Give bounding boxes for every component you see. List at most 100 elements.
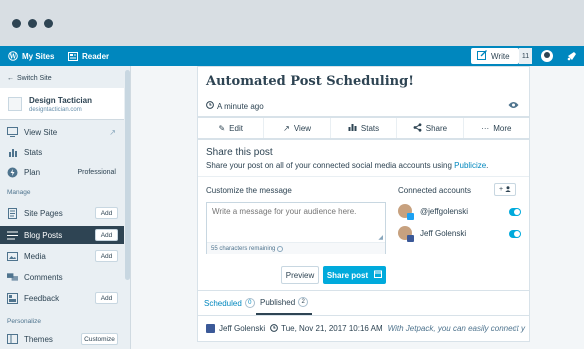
resize-handle-icon[interactable]: ◢ [378,234,383,241]
preview-button[interactable]: Preview [281,266,319,284]
plan-icon [7,167,18,178]
customize-theme-button[interactable]: Customize [81,333,118,345]
sidebar-scrollbar[interactable] [125,70,130,280]
sidebar-item-label: Feedback [24,293,60,303]
add-feedback-button[interactable]: Add [95,292,118,304]
sidebar-item-site-pages[interactable]: Site Pages Add [0,205,124,221]
share-description: Share your post on all of your connected… [206,161,488,170]
share-description-period: . [486,161,489,170]
share-button[interactable]: Share [397,118,464,138]
sidebar-item-themes[interactable]: Themes Customize [0,331,124,347]
external-link-icon[interactable]: ↗ [511,323,519,334]
more-button[interactable]: ··· More [464,118,529,138]
notification-count[interactable]: 11 [519,48,532,64]
visibility-eye-icon[interactable] [508,101,519,111]
tab-published[interactable]: Published 2 [256,291,313,315]
sidebar-item-label: Site Pages [24,208,63,218]
twitter-icon [407,213,414,220]
themes-icon [7,334,18,345]
sidebar-item-label: Stats [24,147,43,157]
sidebar-item-label: Comments [24,272,63,282]
add-account-button[interactable]: + [494,183,516,196]
reader-icon [68,51,78,61]
add-page-button[interactable]: Add [95,207,118,219]
share-icon [413,122,422,134]
account-name: @jeffgolenski [420,207,468,216]
add-account-label: + [498,186,504,193]
external-link-icon: ↗ [109,127,116,137]
personalize-heading: Personalize [7,318,41,325]
stats-button[interactable]: Stats [331,118,398,138]
window-minimize-dot[interactable] [28,19,37,28]
share-panel: Share this post Share your post on all o… [197,139,530,291]
comments-icon [7,272,18,283]
view-button[interactable]: ↗ View [264,118,331,138]
write-label: Write [491,51,510,61]
posts-icon [7,230,18,241]
clock-icon [206,101,214,111]
site-url: designtactician.com [29,107,82,113]
sidebar-item-blog-posts[interactable]: Blog Posts Add [0,226,124,244]
add-post-button[interactable]: Add [95,229,118,241]
reader-label: Reader [82,51,110,61]
feedback-icon [7,292,18,304]
sidebar-item-feedback[interactable]: Feedback Add [0,290,124,306]
write-button[interactable]: Write [471,48,519,64]
info-icon[interactable] [277,245,284,252]
published-item[interactable]: Jeff Golenski Tue, Nov 21, 2017 10:16 AM… [197,316,530,342]
post-actions-bar: ✎ Edit ↗ View Stats Share ··· More [197,117,530,139]
sidebar-item-stats[interactable]: Stats [0,145,124,159]
edit-button[interactable]: ✎ Edit [198,118,265,138]
publicize-link[interactable]: Publicize [454,161,486,170]
svg-text:W: W [9,53,17,60]
reader-button[interactable]: Reader [68,46,109,66]
tab-label: Published [260,297,296,307]
calendar-icon[interactable] [374,270,383,280]
switch-site-label: Switch Site [17,74,52,82]
account-toggle[interactable] [509,208,521,216]
sidebar-item-label: View Site [24,127,58,137]
switch-site-link[interactable]: ← Switch Site [0,72,124,84]
account-row: @jeffgolenski [398,202,523,222]
pencil-icon: ✎ [218,123,226,133]
post-title[interactable]: Automated Post Scheduling! [206,74,414,89]
published-date: Tue, Nov 21, 2017 10:16 AM [281,324,383,333]
sidebar-item-view-site[interactable]: View Site ↗ [0,124,124,140]
tab-scheduled[interactable]: Scheduled 0 [204,291,255,315]
my-sites-button[interactable]: W My Sites [8,46,54,66]
user-icon [505,185,511,194]
image-icon [7,251,18,262]
post-time-label: A minute ago [217,101,264,111]
customize-label: Customize the message [206,186,292,195]
site-name: Design Tactician [29,96,92,105]
window-close-dot[interactable] [12,19,21,28]
share-divider [198,176,529,177]
sidebar-item-comments[interactable]: Comments [0,269,124,285]
sidebar-item-media[interactable]: Media Add [0,248,124,264]
account-row: Jeff Golenski [398,224,523,244]
share-post-button[interactable]: Share post [323,266,386,284]
site-card[interactable]: Design Tactician designtactician.com [0,88,124,120]
bar-chart-icon [348,123,357,133]
message-input[interactable] [207,203,385,241]
facebook-icon [407,235,414,242]
sidebar-item-plan[interactable]: Plan Professional [0,164,124,180]
notifications-icon[interactable] [566,50,578,62]
window-maximize-dot[interactable] [44,19,53,28]
account-toggle[interactable] [509,230,521,238]
stats-label: Stats [360,123,380,133]
connected-accounts-label: Connected accounts [398,186,471,195]
bar-chart-icon [7,147,18,158]
tab-label: Scheduled [204,298,242,308]
published-author: Jeff Golenski [219,324,266,333]
manage-heading: Manage [7,189,31,196]
published-message: With Jetpack, you can easily connect y [387,324,525,333]
chars-remaining-label: 55 characters remaining [211,245,276,252]
ellipsis-icon: ··· [481,123,490,133]
avatar-icon[interactable] [541,50,553,62]
message-box: ◢ 55 characters remaining [206,202,386,254]
clock-icon [270,323,279,334]
add-media-button[interactable]: Add [95,250,118,262]
share-description-text: Share your post on all of your connected… [206,161,452,170]
pages-icon [7,207,18,219]
